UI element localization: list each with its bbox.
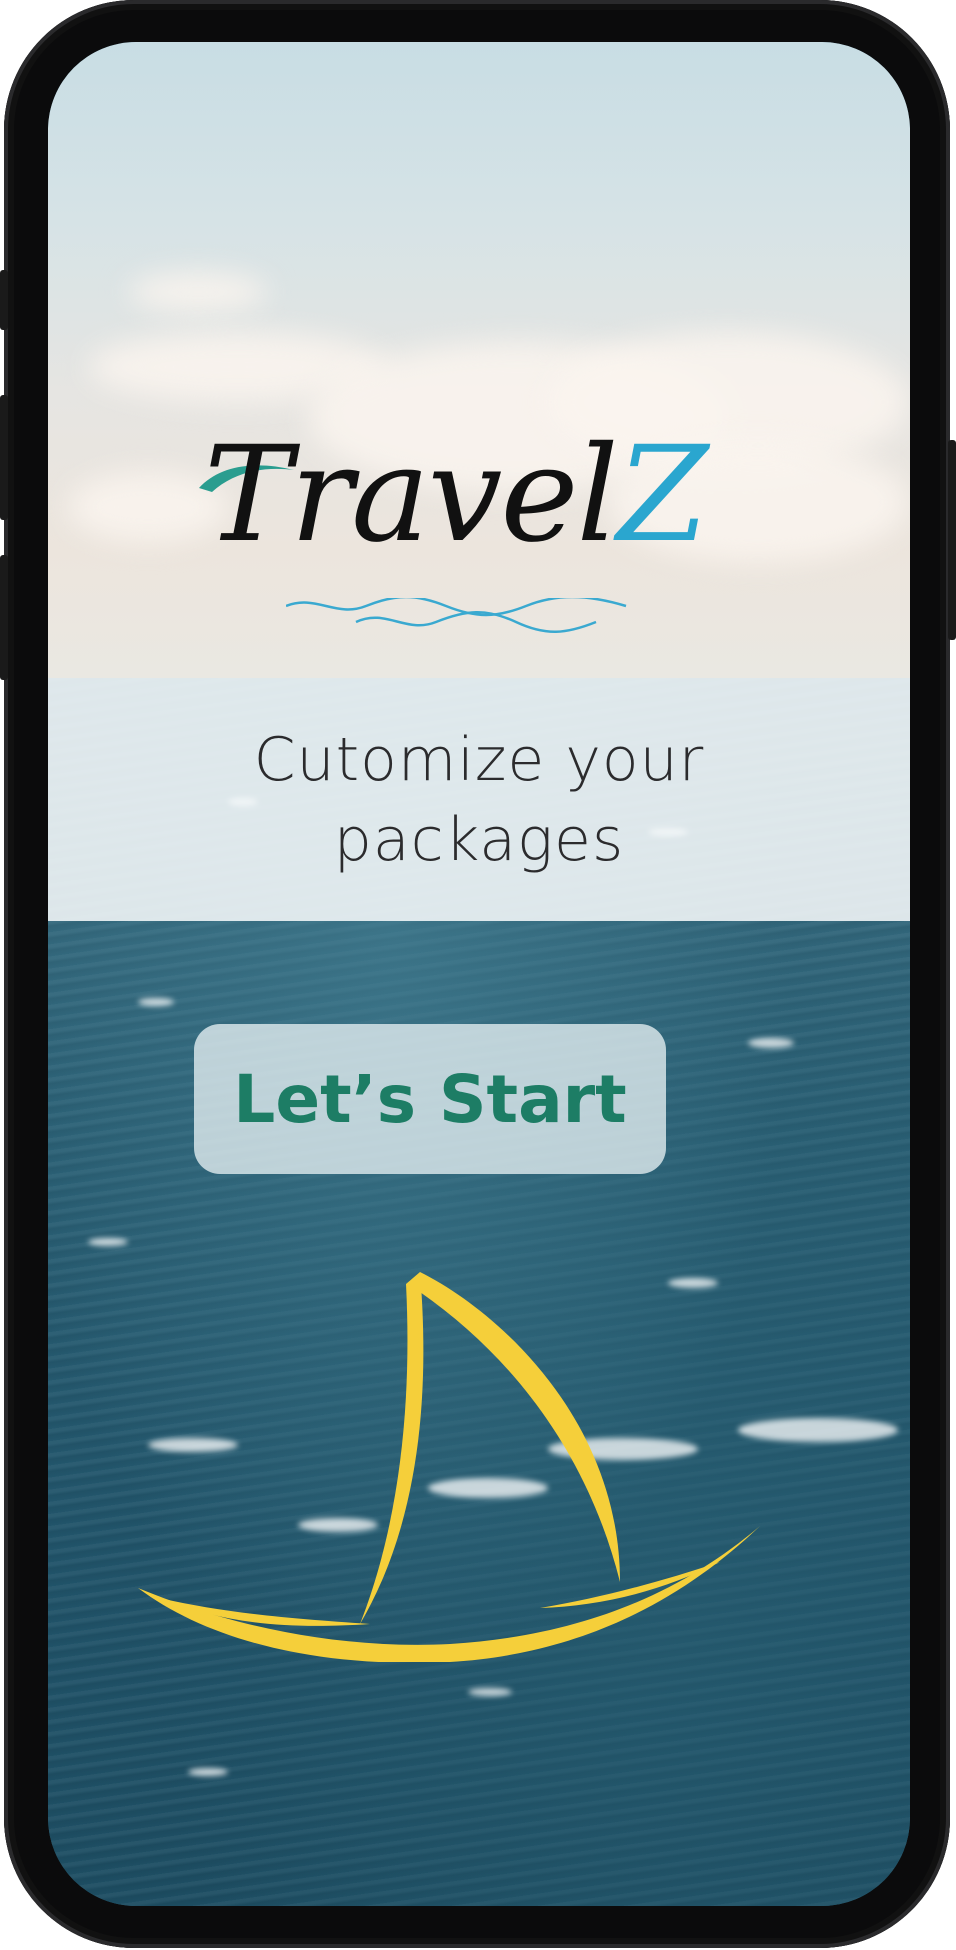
tagline-text: Cutomize your packages xyxy=(253,724,705,875)
power-button xyxy=(948,440,956,640)
cloud xyxy=(128,272,268,312)
wave-foam xyxy=(138,998,174,1006)
boat-icon xyxy=(138,1272,760,1662)
wave-foam xyxy=(468,1688,512,1696)
tagline-banner: Cutomize your packages xyxy=(48,678,910,921)
app-logo: TravelZ xyxy=(186,418,708,633)
wave-foam xyxy=(188,1768,228,1776)
wave-icon xyxy=(286,598,627,633)
wave-foam xyxy=(738,1418,898,1442)
volume-down-button xyxy=(0,555,8,680)
logo-wordmark-accent: Z xyxy=(616,418,709,572)
lets-start-button[interactable]: Let’s Start xyxy=(194,1024,666,1174)
logo-wordmark-main: Travel xyxy=(204,418,619,572)
logo-wordmark: TravelZ xyxy=(204,418,709,572)
wave-foam xyxy=(748,1038,794,1048)
volume-up-button xyxy=(0,395,8,520)
mute-switch xyxy=(0,270,8,330)
